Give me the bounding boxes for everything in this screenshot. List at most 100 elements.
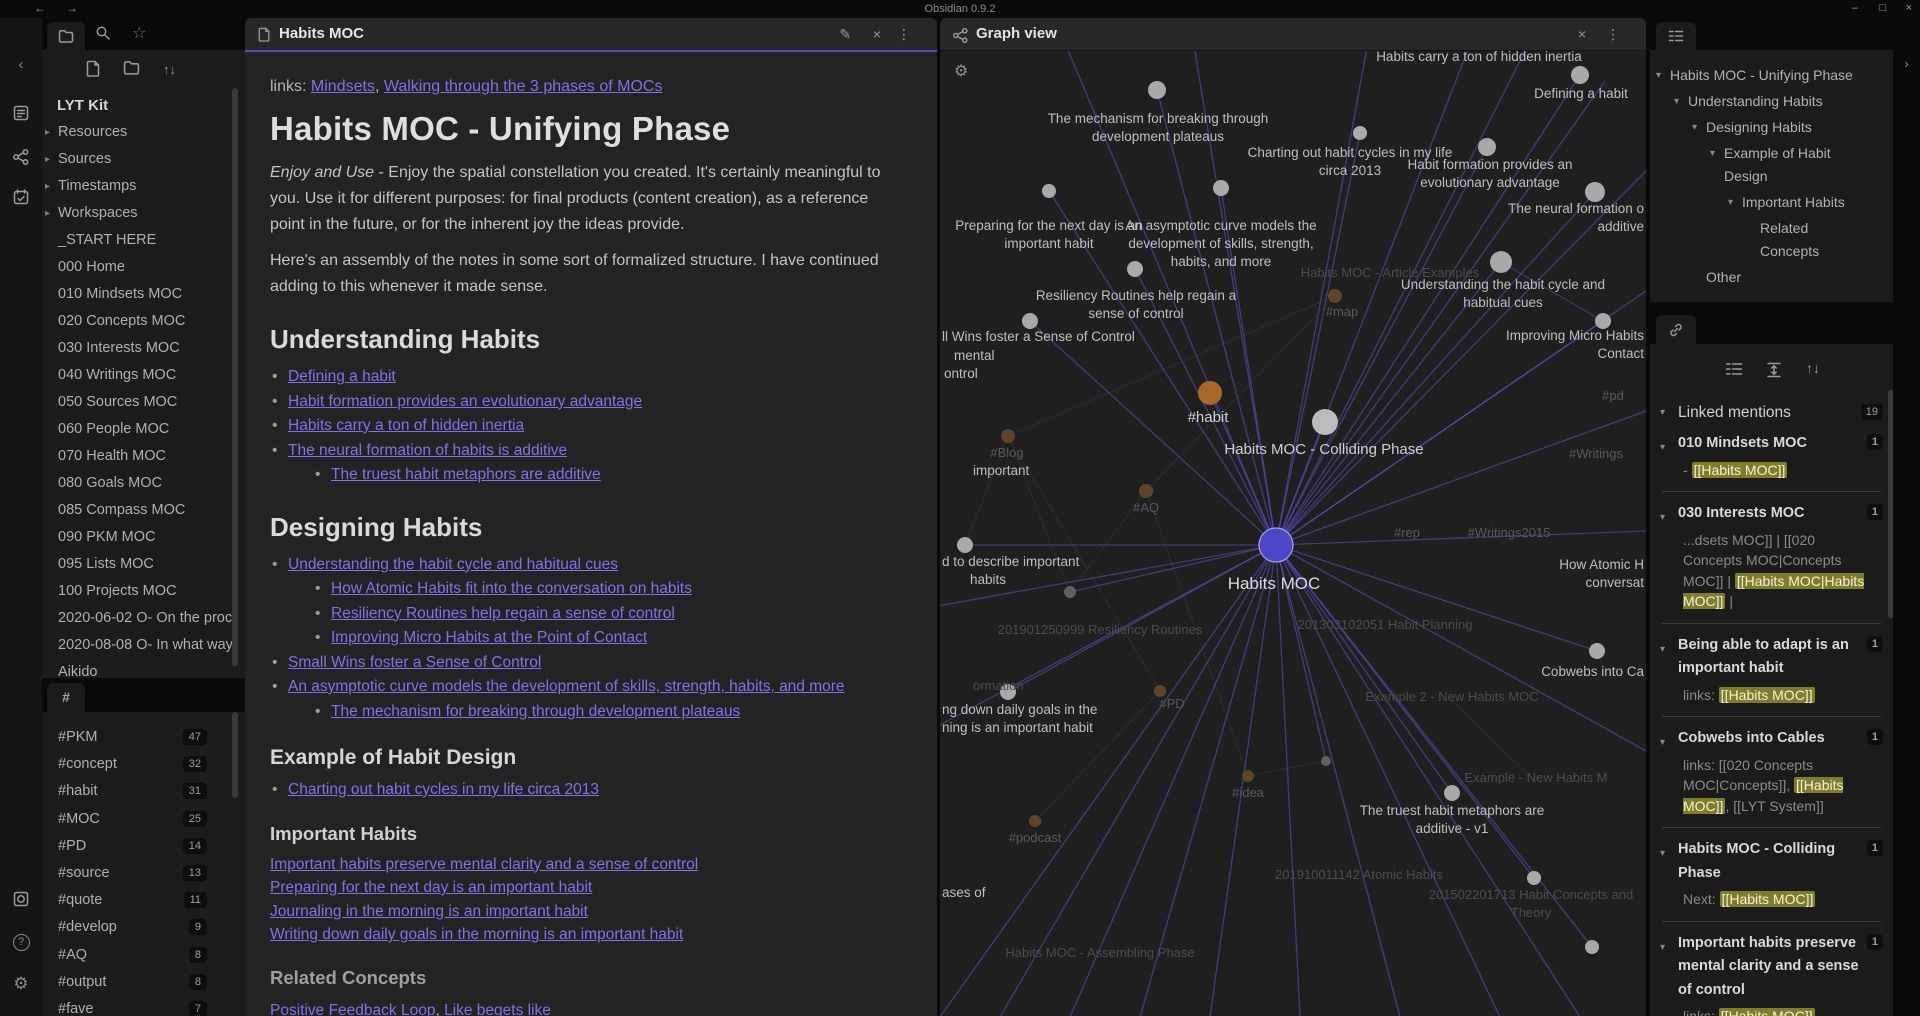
graph-more-options-icon[interactable]: ⋮: [1606, 26, 1620, 43]
file-item[interactable]: 2020-08-08 O- In what way: [42, 632, 245, 659]
note-link[interactable]: Important habits preserve mental clarity…: [270, 856, 698, 873]
new-note-icon[interactable]: [86, 60, 101, 82]
mention-title[interactable]: ▾ Important habits preserve mental clarit…: [1660, 932, 1883, 1003]
mention-context[interactable]: Next: [[Habits MOC]]: [1660, 885, 1883, 912]
note-pane-header[interactable]: Habits MOC ✎ × ⋮: [245, 18, 937, 52]
mention-context[interactable]: links: [[Habits MOC]]: [1660, 1002, 1883, 1016]
graph-node[interactable]: [1064, 586, 1076, 598]
graph-node[interactable]: [1444, 785, 1460, 801]
graph-node[interactable]: [1198, 381, 1222, 405]
note-link[interactable]: An asymptotic curve models the developme…: [288, 678, 845, 695]
tag-item[interactable]: #concept 32: [42, 751, 245, 778]
note-link[interactable]: Understanding the habit cycle and habitu…: [288, 556, 618, 573]
edit-pencil-icon[interactable]: ✎: [839, 26, 851, 43]
linked-mentions-header[interactable]: ▾ Linked mentions 19: [1660, 396, 1883, 432]
tag-list-scrollbar[interactable]: [232, 712, 238, 798]
tag-item[interactable]: #develop 9: [42, 914, 245, 941]
mention-title[interactable]: ▾ Cobwebs into Cables 1: [1660, 727, 1883, 751]
graph-node[interactable]: [1312, 409, 1338, 435]
note-link[interactable]: Defining a habit: [288, 368, 396, 385]
settings-gear-icon[interactable]: ⚙: [0, 974, 42, 994]
outline-item[interactable]: ▾ Habits MOC - Unifying Phase: [1650, 64, 1893, 87]
graph-node[interactable]: [1042, 184, 1056, 198]
file-item[interactable]: 085 Compass MOC: [42, 497, 245, 524]
collapse-right-sidebar-icon[interactable]: ›: [1893, 56, 1920, 71]
mention-context[interactable]: - [[Habits MOC]]: [1660, 456, 1883, 483]
graph-node[interactable]: [1353, 126, 1367, 140]
file-item[interactable]: 000 Home: [42, 254, 245, 281]
graph-node[interactable]: [1478, 138, 1496, 156]
note-link[interactable]: Writing down daily goals in the morning …: [270, 926, 683, 943]
file-item[interactable]: 020 Concepts MOC: [42, 308, 245, 335]
note-link[interactable]: Improving Micro Habits at the Point of C…: [331, 629, 647, 646]
note-link[interactable]: Walking through the 3 phases of MOCs: [384, 78, 663, 95]
file-item[interactable]: 080 Goals MOC: [42, 470, 245, 497]
graph-node[interactable]: [1328, 289, 1342, 303]
show-more-context-icon[interactable]: [1765, 362, 1783, 383]
tag-item[interactable]: #PKM 47: [42, 724, 245, 751]
graph-canvas[interactable]: ⚙ Habits carry a ton of hidden inertia Th…: [909, 20, 1647, 1016]
file-item[interactable]: 2020-06-02 O- On the proc: [42, 605, 245, 632]
search-icon[interactable]: [95, 25, 111, 46]
folder-item[interactable]: ▸ Workspaces: [42, 200, 245, 227]
folder-item[interactable]: ▸ Timestamps: [42, 173, 245, 200]
card-view-icon[interactable]: [0, 104, 42, 122]
tab-backlinks[interactable]: [1656, 315, 1696, 344]
file-item[interactable]: 090 PKM MOC: [42, 524, 245, 551]
note-link[interactable]: Resiliency Routines help regain a sense …: [331, 605, 675, 622]
close-graph-icon[interactable]: ×: [1578, 26, 1586, 42]
tag-item[interactable]: #PD 14: [42, 833, 245, 860]
close-icon[interactable]: ×: [1906, 2, 1912, 14]
mention-context[interactable]: links: [[Habits MOC]]: [1660, 681, 1883, 708]
folder-item[interactable]: ▸ Sources: [42, 146, 245, 173]
close-pane-icon[interactable]: ×: [873, 26, 881, 42]
tag-item[interactable]: #output 8: [42, 969, 245, 996]
graph-node[interactable]: [1585, 182, 1605, 202]
outline-item[interactable]: ▾ Example of Habit Design: [1650, 142, 1893, 188]
graph-node[interactable]: [1527, 871, 1541, 885]
file-tree-scrollbar[interactable]: [232, 88, 238, 666]
file-item[interactable]: 060 People MOC: [42, 416, 245, 443]
help-icon[interactable]: ?: [0, 932, 42, 951]
note-link[interactable]: Journaling in the morning is an importan…: [270, 903, 588, 920]
note-link[interactable]: The neural formation of habits is additi…: [288, 442, 567, 459]
outline-item[interactable]: ▾ Understanding Habits: [1650, 90, 1893, 113]
mention-title[interactable]: ▾ Habits MOC - Colliding Phase 1: [1660, 838, 1883, 885]
graph-node[interactable]: [1139, 484, 1153, 498]
note-link[interactable]: Positive Feedback Loop: [270, 1002, 435, 1016]
note-link[interactable]: Preparing for the next day is an importa…: [270, 879, 592, 896]
outline-item[interactable]: Related Concepts: [1650, 217, 1893, 263]
note-link[interactable]: Mindsets: [311, 78, 375, 95]
tag-item[interactable]: #habit 31: [42, 778, 245, 805]
change-sort-order-icon[interactable]: ↑↓: [1806, 360, 1820, 376]
mention-context[interactable]: ...dsets MOC]] | [[020 Concepts MOC|Conc…: [1660, 526, 1883, 614]
file-item[interactable]: _START HERE: [42, 227, 245, 254]
graph-node[interactable]: [1589, 643, 1605, 659]
vault-name[interactable]: LYT Kit: [42, 92, 245, 119]
graph-node[interactable]: [1321, 756, 1331, 766]
mention-context[interactable]: links: [[020 Concepts MOC|Concepts]], [[…: [1660, 751, 1883, 819]
file-item[interactable]: 040 Writings MOC: [42, 362, 245, 389]
tag-item[interactable]: #quote 11: [42, 887, 245, 914]
collapse-results-icon[interactable]: [1725, 362, 1743, 381]
more-options-icon[interactable]: ⋮: [897, 26, 911, 43]
note-link[interactable]: Habits carry a ton of hidden inertia: [288, 417, 524, 434]
graph-pane-header[interactable]: Graph view × ⋮: [940, 18, 1646, 51]
note-link[interactable]: Like begets like: [444, 1002, 551, 1016]
note-link[interactable]: Habit formation provides an evolutionary…: [288, 393, 642, 410]
file-item[interactable]: 100 Projects MOC: [42, 578, 245, 605]
collapse-sidebar-icon[interactable]: ‹: [0, 56, 42, 73]
tag-item[interactable]: #AQ 8: [42, 942, 245, 969]
outline-item[interactable]: ▾ Important Habits: [1650, 191, 1893, 214]
sort-icon[interactable]: ↑↓: [163, 62, 176, 77]
calendar-check-icon[interactable]: [0, 188, 42, 206]
graph-node[interactable]: [1571, 66, 1589, 84]
tag-item[interactable]: #MOC 25: [42, 806, 245, 833]
outline-item[interactable]: Other: [1650, 266, 1893, 289]
graph-view-icon[interactable]: [0, 148, 42, 166]
mention-title[interactable]: ▾ 030 Interests MOC 1: [1660, 502, 1883, 526]
graph-node[interactable]: [1585, 940, 1599, 954]
file-item[interactable]: Aikido: [42, 659, 245, 676]
folder-item[interactable]: ▸ Resources: [42, 119, 245, 146]
graph-node[interactable]: [1595, 313, 1611, 329]
